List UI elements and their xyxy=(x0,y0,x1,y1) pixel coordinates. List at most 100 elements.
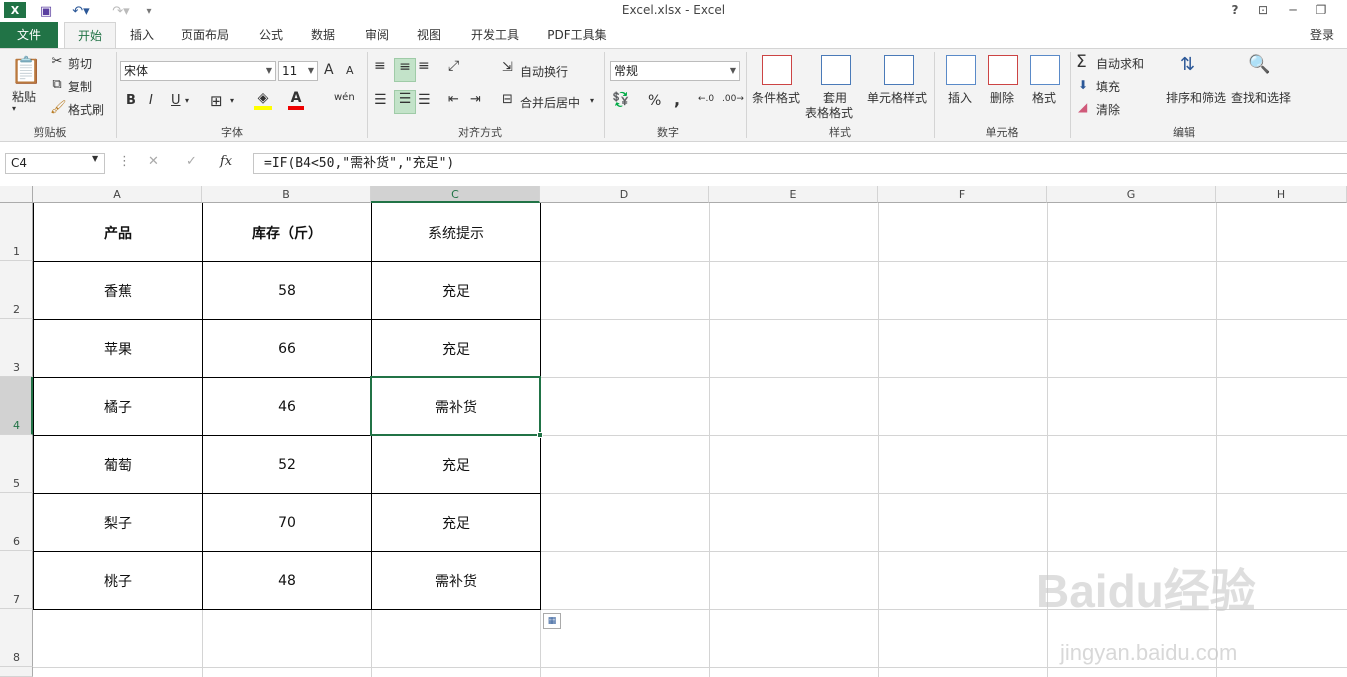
border-icon[interactable]: ⊞ xyxy=(210,92,223,110)
wrap-text-button[interactable]: 自动换行 xyxy=(520,63,568,80)
cell-b6[interactable]: 70 xyxy=(203,494,371,551)
row-header-4[interactable]: 4 xyxy=(0,377,33,435)
merge-dropdown-icon[interactable]: ▾ xyxy=(590,96,594,105)
increase-decimal-icon[interactable]: ←.0 xyxy=(698,94,714,104)
underline-button[interactable]: U xyxy=(171,93,181,108)
tab-formulas[interactable]: 公式 xyxy=(250,22,292,48)
autosum-icon[interactable]: Σ xyxy=(1076,52,1087,72)
cell-b2[interactable]: 58 xyxy=(203,262,371,319)
cell-styles-button[interactable]: 单元格样式 xyxy=(867,89,927,106)
column-header-c[interactable]: C xyxy=(371,186,540,203)
format-painter-button[interactable]: 格式刷 xyxy=(68,101,104,118)
orientation-icon[interactable]: ⤢ xyxy=(448,58,459,74)
column-header-e[interactable]: E xyxy=(709,186,878,203)
autosum-button[interactable]: 自动求和 xyxy=(1096,55,1144,72)
phonetic-icon[interactable]: wén xyxy=(334,92,355,103)
cell-b1[interactable]: 库存（斤） xyxy=(203,204,371,261)
row-header-6[interactable]: 6 xyxy=(0,493,33,551)
tab-pdf-tools[interactable]: PDF工具集 xyxy=(540,22,614,48)
cell-c1[interactable]: 系统提示 xyxy=(372,204,540,261)
cell-a5[interactable]: 葡萄 xyxy=(34,436,202,493)
delete-cells-icon[interactable] xyxy=(988,55,1018,85)
merge-center-icon[interactable]: ⊟ xyxy=(502,92,513,107)
ribbon-display-icon[interactable]: ⊡ xyxy=(1252,1,1274,19)
percent-button[interactable]: % xyxy=(648,93,661,109)
sort-filter-button[interactable]: 排序和筛选 xyxy=(1166,89,1226,106)
format-painter-icon[interactable]: 🖌 xyxy=(50,100,67,115)
conditional-format-button[interactable]: 条件格式 xyxy=(752,89,800,106)
cell-a6[interactable]: 梨子 xyxy=(34,494,202,551)
font-name-select[interactable]: 宋体 ▼ xyxy=(120,61,276,81)
insert-cells-button[interactable]: 插入 xyxy=(948,89,972,106)
font-color-icon[interactable]: A xyxy=(288,90,304,110)
number-format-select[interactable]: 常规 ▼ xyxy=(610,61,740,81)
wrap-text-icon[interactable]: ⇲ xyxy=(502,60,513,75)
help-button[interactable]: ? xyxy=(1224,1,1246,19)
insert-cells-icon[interactable] xyxy=(946,55,976,85)
bold-button[interactable]: B xyxy=(126,93,136,108)
formula-input[interactable]: =IF(B4<50,"需补货","充足") xyxy=(253,153,1347,174)
align-top-icon[interactable]: ≡ xyxy=(374,58,386,74)
align-center-icon[interactable]: ☰ xyxy=(394,90,416,114)
grow-font-button[interactable]: A xyxy=(324,62,334,78)
row-header-5[interactable]: 5 xyxy=(0,435,33,493)
cell-b3[interactable]: 66 xyxy=(203,320,371,377)
cell-b5[interactable]: 52 xyxy=(203,436,371,493)
cell-c3[interactable]: 充足 xyxy=(372,320,540,377)
row-header-2[interactable]: 2 xyxy=(0,261,33,319)
font-size-select[interactable]: 11 ▼ xyxy=(278,61,318,81)
name-box[interactable]: C4 xyxy=(5,153,105,174)
tab-developer[interactable]: 开发工具 xyxy=(462,22,528,48)
cell-c5[interactable]: 充足 xyxy=(372,436,540,493)
italic-button[interactable]: I xyxy=(149,93,153,108)
tab-home[interactable]: 开始 xyxy=(64,22,116,49)
find-select-icon[interactable]: 🔍 xyxy=(1248,54,1270,75)
format-cells-icon[interactable] xyxy=(1030,55,1060,85)
comma-button[interactable]: , xyxy=(674,90,680,109)
find-select-button[interactable]: 查找和选择 xyxy=(1231,89,1291,106)
border-dropdown-icon[interactable]: ▾ xyxy=(230,96,234,105)
minimize-icon[interactable]: ─ xyxy=(1282,1,1304,19)
merge-center-button[interactable]: 合并后居中 xyxy=(520,94,580,111)
cell-styles-icon[interactable] xyxy=(884,55,914,85)
column-header-d[interactable]: D xyxy=(540,186,709,203)
shrink-font-button[interactable]: A xyxy=(346,64,354,77)
clear-button[interactable]: 清除 xyxy=(1096,101,1120,118)
format-cells-button[interactable]: 格式 xyxy=(1032,89,1056,106)
cancel-entry-icon[interactable]: ✕ xyxy=(148,154,159,169)
format-as-table-button-line2[interactable]: 表格格式 xyxy=(805,104,853,121)
row-header-9[interactable] xyxy=(0,667,33,677)
column-header-b[interactable]: B xyxy=(202,186,371,203)
insert-function-button[interactable]: fx xyxy=(220,154,232,169)
paste-button[interactable]: 粘贴 xyxy=(12,88,36,105)
copy-button[interactable]: 复制 xyxy=(68,78,92,95)
paste-dropdown-icon[interactable]: ▾ xyxy=(12,104,16,113)
fill-handle[interactable] xyxy=(537,432,543,438)
tab-file[interactable]: 文件 xyxy=(0,22,58,48)
fill-icon[interactable]: ⬇ xyxy=(1078,78,1088,92)
delete-cells-button[interactable]: 删除 xyxy=(990,89,1014,106)
select-all-button[interactable] xyxy=(0,186,33,203)
paste-icon[interactable]: 📋 xyxy=(10,56,42,86)
cell-a2[interactable]: 香蕉 xyxy=(34,262,202,319)
align-right-icon[interactable]: ☰ xyxy=(418,92,431,108)
fill-color-icon[interactable]: ◈ xyxy=(254,90,272,110)
align-left-icon[interactable]: ☰ xyxy=(374,92,387,108)
tab-view[interactable]: 视图 xyxy=(408,22,450,48)
cell-b4[interactable]: 46 xyxy=(203,378,371,435)
column-header-f[interactable]: F xyxy=(878,186,1047,203)
format-as-table-icon[interactable] xyxy=(821,55,851,85)
name-box-dropdown-icon[interactable]: ▼ xyxy=(92,154,98,163)
enter-entry-icon[interactable]: ✓ xyxy=(186,154,197,169)
tab-insert[interactable]: 插入 xyxy=(122,22,162,48)
restore-icon[interactable]: ❐ xyxy=(1310,1,1332,19)
cell-a1[interactable]: 产品 xyxy=(34,204,202,261)
cell-c7[interactable]: 需补货 xyxy=(372,552,540,609)
column-header-a[interactable]: A xyxy=(33,186,202,203)
row-header-8[interactable]: 8 xyxy=(0,609,33,667)
cell-c2[interactable]: 充足 xyxy=(372,262,540,319)
cut-button[interactable]: 剪切 xyxy=(68,55,92,72)
align-middle-icon[interactable]: ≡ xyxy=(394,58,416,82)
tab-review[interactable]: 审阅 xyxy=(356,22,398,48)
increase-indent-icon[interactable]: ⇥ xyxy=(470,92,481,107)
